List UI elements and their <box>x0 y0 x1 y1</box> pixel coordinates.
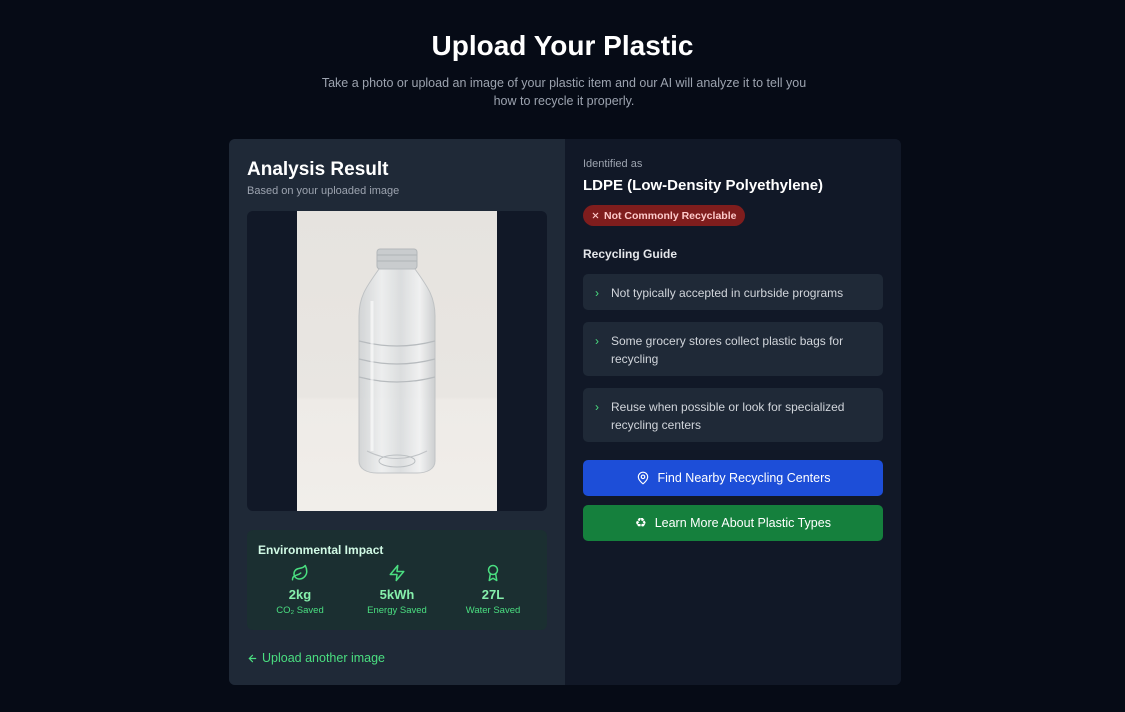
stat-co2: 2kg CO₂ Saved <box>252 564 348 616</box>
page-title: Upload Your Plastic <box>431 30 694 61</box>
guide-title: Recycling Guide <box>583 247 678 261</box>
stat-label: Energy Saved <box>367 605 427 616</box>
upload-another-label: Upload another image <box>262 651 385 665</box>
stat-label: Water Saved <box>465 605 521 616</box>
chevron-right-icon: › <box>595 286 599 300</box>
map-pin-icon <box>637 471 648 485</box>
find-recycling-centers-button[interactable]: Find Nearby Recycling Centers <box>583 460 883 496</box>
environmental-impact: Environmental Impact 2kg CO₂ Saved 5kWh … <box>247 530 547 630</box>
recycle-icon: ♻ <box>635 515 647 530</box>
chevron-right-icon: › <box>595 334 599 348</box>
find-button-label: Find Nearby Recycling Centers <box>657 471 831 485</box>
learn-button-label: Learn More About Plastic Types <box>654 516 831 530</box>
stat-value: 2kg <box>288 587 312 602</box>
identified-label: Identified as <box>583 158 643 170</box>
chevron-right-icon: › <box>595 400 599 414</box>
plastic-type-name: LDPE (Low-Density Polyethylene) <box>583 177 824 194</box>
stat-water: 27L Water Saved <box>445 564 541 616</box>
guide-item: › Not typically accepted in curbside pro… <box>583 274 883 310</box>
guide-item-text: Not typically accepted in curbside progr… <box>611 286 844 300</box>
guide-item: › Reuse when possible or look for specia… <box>583 388 883 442</box>
close-icon <box>592 212 599 219</box>
guide-item-text: Reuse when possible or look for speciali… <box>611 400 845 432</box>
badge-label: Not Commonly Recyclable <box>604 209 737 222</box>
impact-title: Environmental Impact <box>258 543 384 557</box>
page: Upload Your Plastic Take a photo or uplo… <box>0 0 1125 712</box>
stat-value: 27L <box>481 587 505 602</box>
guide-item-text: Some grocery stores collect plastic bags… <box>611 334 844 366</box>
leaf-icon <box>291 564 308 581</box>
analysis-panel: Analysis Result Based on your uploaded i… <box>229 139 565 685</box>
stat-energy: 5kWh Energy Saved <box>349 564 445 616</box>
learn-plastic-types-button[interactable]: ♻ Learn More About Plastic Types <box>583 505 883 541</box>
stat-value: 5kWh <box>379 587 415 602</box>
analysis-subtitle: Based on your uploaded image <box>247 185 400 197</box>
arrow-left-icon <box>248 654 257 662</box>
stat-label: CO₂ Saved <box>276 605 324 616</box>
guide-item: › Some grocery stores collect plastic ba… <box>583 322 883 376</box>
analysis-title: Analysis Result <box>247 159 389 180</box>
details-panel: Identified as LDPE (Low-Density Polyethy… <box>565 139 901 685</box>
award-icon <box>487 564 499 582</box>
uploaded-image-frame <box>247 211 547 511</box>
uploaded-image <box>297 211 497 511</box>
lightning-icon <box>389 564 405 582</box>
page-subtitle: Take a photo or upload an image of your … <box>321 76 807 108</box>
upload-another-link[interactable]: Upload another image <box>247 651 385 665</box>
result-card: Analysis Result Based on your uploaded i… <box>229 139 901 685</box>
recyclability-badge: Not Commonly Recyclable <box>583 205 746 226</box>
